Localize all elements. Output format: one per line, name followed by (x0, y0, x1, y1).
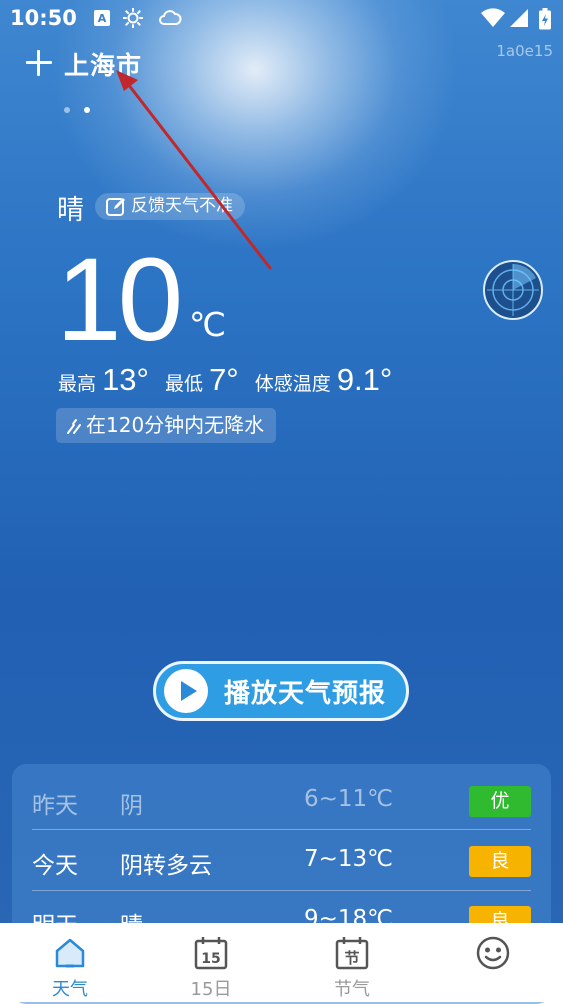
svg-text:A: A (98, 12, 107, 25)
home-icon (55, 938, 85, 968)
calendar-15-icon: 15 (194, 937, 228, 970)
sun-icon (123, 8, 143, 28)
feels-value: 9.1° (336, 362, 393, 397)
aqi-badge: 优 (469, 786, 531, 817)
nav-tab-solar-terms[interactable]: 节 节气 (282, 923, 422, 1002)
forecast-row-yesterday[interactable]: 昨天 阴 6~11℃ 优 (12, 772, 551, 832)
nav-label: 天气 (52, 979, 88, 1000)
nav-label: 15日 (190, 979, 232, 1000)
feedback-button[interactable]: 反馈天气不准 (95, 193, 245, 220)
wifi-icon (481, 8, 505, 27)
status-time: 10:50 (10, 6, 77, 30)
forecast-condition: 阴转多云 (120, 853, 212, 879)
solar-term-icon: 节 (335, 937, 369, 970)
svg-text:节: 节 (344, 949, 359, 967)
current-condition: 晴 (57, 195, 84, 226)
forecast-day: 今天 (32, 853, 78, 879)
forecast-temp-range: 6~11℃ (304, 786, 394, 812)
city-name[interactable]: 上海市 (64, 46, 142, 82)
add-city-button[interactable] (24, 48, 54, 78)
forecast-divider (32, 829, 531, 830)
nav-tab-me[interactable] (423, 923, 563, 1002)
current-temperature: 10 (56, 234, 183, 366)
temperature-unit: ℃ (189, 305, 227, 344)
forecast-divider (32, 890, 531, 891)
forecast-condition: 阴 (120, 793, 143, 819)
page-dot (64, 107, 70, 113)
nav-tab-15day[interactable]: 15 15日 (141, 923, 281, 1002)
page-indicator (64, 98, 104, 117)
play-forecast-button[interactable]: 播放天气预报 (153, 661, 409, 721)
radar-icon[interactable] (483, 260, 543, 320)
signal-icon (510, 9, 528, 27)
version-label: 1a0e15 (496, 42, 553, 60)
battery-icon (539, 8, 551, 30)
low-value: 7° (209, 362, 239, 397)
rain-notice[interactable]: 在120分钟内无降水 (56, 408, 277, 443)
aqi-badge: 良 (469, 846, 531, 877)
play-forecast-label: 播放天气预报 (224, 678, 387, 709)
feels-label: 体感温度 (254, 373, 331, 395)
nav-label: 节气 (334, 979, 370, 1000)
forecast-temp-range: 7~13℃ (304, 846, 394, 872)
svg-text:15: 15 (201, 951, 220, 967)
smiley-icon (476, 936, 510, 970)
status-bar: 10:50 A (0, 0, 563, 38)
high-label: 最高 (58, 373, 97, 395)
bottom-nav: 天气 15 15日 节 节气 (0, 923, 563, 1002)
low-label: 最低 (165, 373, 204, 395)
feedback-label: 反馈天气不准 (131, 196, 233, 216)
high-value: 13° (102, 362, 149, 397)
forecast-day: 昨天 (32, 793, 78, 819)
forecast-row-today[interactable]: 今天 阴转多云 7~13℃ 良 (12, 832, 551, 892)
header: 上海市 1a0e15 (0, 42, 563, 86)
page-dot-active (84, 107, 90, 113)
temperature-range: 最高 13° 最低 7° 体感温度 9.1° (58, 362, 392, 398)
rain-notice-text: 在120分钟内无降水 (86, 413, 265, 437)
rain-icon (67, 418, 81, 434)
cloud-icon (159, 10, 182, 25)
nav-tab-weather[interactable]: 天气 (0, 923, 140, 1002)
keyboard-a-icon: A (94, 10, 110, 26)
play-icon (164, 669, 208, 713)
edit-icon (106, 197, 125, 216)
